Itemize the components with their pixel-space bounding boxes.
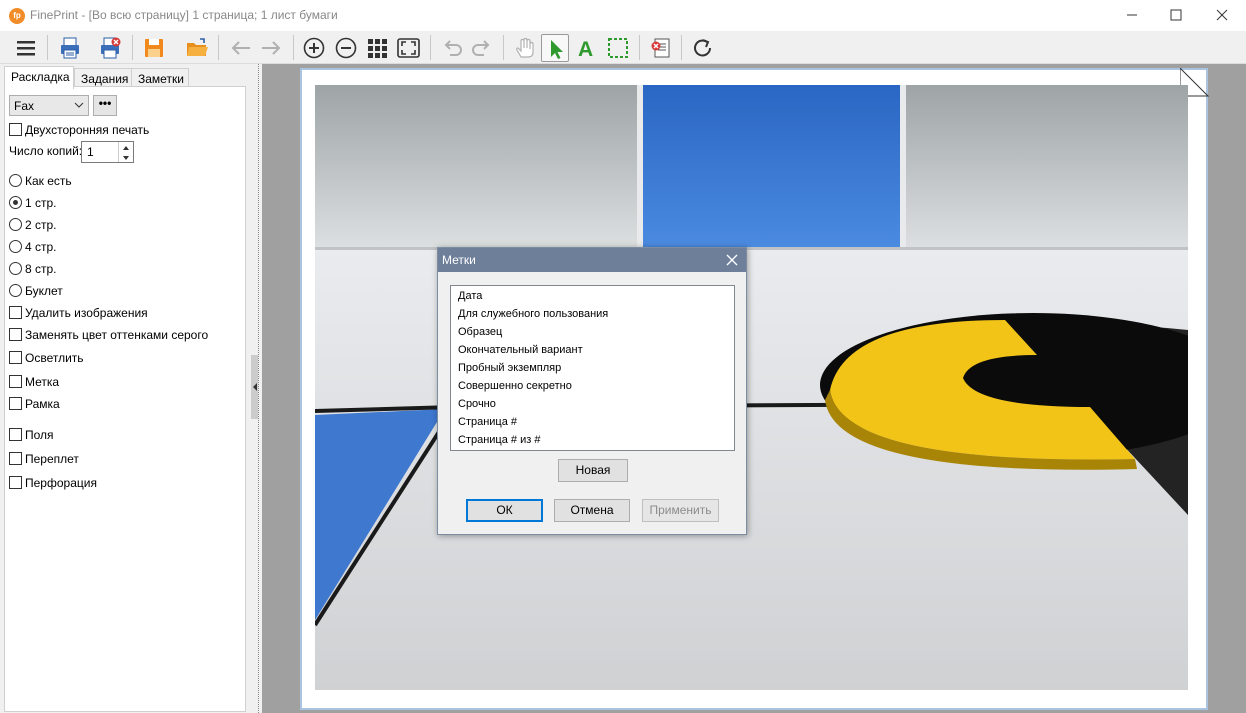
print-icon[interactable]: [56, 34, 84, 62]
refresh-icon[interactable]: [689, 34, 717, 62]
stamps-dialog: Метки Дата Для служебного пользования Об…: [437, 247, 747, 535]
checkbox-label: Рамка: [25, 397, 60, 411]
redo-icon[interactable]: [468, 34, 496, 62]
dialog-title: Метки: [442, 253, 476, 267]
copies-label: Число копий:: [9, 144, 83, 158]
tab-notes[interactable]: Заметки: [131, 68, 189, 88]
apply-button[interactable]: Применить: [642, 499, 719, 522]
radio-label: 8 стр.: [25, 262, 57, 276]
select-icon[interactable]: [604, 34, 632, 62]
zoom-in-icon[interactable]: [300, 34, 328, 62]
layout-tab-page: Fax ••• Двухсторонняя печать Число копий…: [4, 86, 246, 712]
checkbox-label: Перфорация: [25, 476, 97, 490]
print-delete-icon[interactable]: [96, 34, 124, 62]
zoom-out-icon[interactable]: [332, 34, 360, 62]
tab-layout[interactable]: Раскладка: [4, 66, 74, 89]
list-item[interactable]: Дата: [458, 290, 482, 302]
delete-page-icon[interactable]: [647, 34, 675, 62]
fit-page-icon[interactable]: [394, 34, 422, 62]
radio-label: Буклет: [25, 284, 63, 298]
svg-text:A: A: [578, 38, 593, 59]
checkbox-label: Поля: [25, 428, 54, 442]
checkbox-label: Удалить изображения: [25, 306, 148, 320]
checkbox-label: Метка: [25, 375, 60, 389]
more-options-button[interactable]: •••: [93, 95, 117, 116]
maximize-button[interactable]: [1153, 0, 1199, 31]
tab-jobs[interactable]: Задания: [74, 68, 132, 88]
hand-icon[interactable]: [511, 34, 539, 62]
cancel-button[interactable]: Отмена: [554, 499, 630, 522]
list-item[interactable]: Страница # из #: [458, 434, 540, 446]
pointer-icon[interactable]: [541, 34, 569, 62]
list-item[interactable]: Для служебного пользования: [458, 308, 608, 320]
dialog-title-bar: Метки: [438, 248, 746, 272]
list-item[interactable]: Совершенно секретно: [458, 380, 572, 392]
title-bar: fp FinePrint - [Во всю страницу] 1 стран…: [0, 0, 1246, 31]
copies-value: 1: [87, 145, 94, 159]
chevron-left-icon: [253, 383, 257, 391]
left-panel: Раскладка Задания Заметки Fax ••• Двухст…: [0, 64, 248, 713]
list-item[interactable]: Пробный экземпляр: [458, 362, 561, 374]
close-icon[interactable]: [724, 252, 740, 268]
window-title: FinePrint - [Во всю страницу] 1 страница…: [30, 8, 338, 22]
minimize-button[interactable]: [1109, 0, 1155, 31]
menu-icon[interactable]: [12, 34, 40, 62]
back-icon[interactable]: [226, 34, 254, 62]
list-item[interactable]: Страница #: [458, 416, 517, 428]
duplex-label: Двухсторонняя печать: [25, 123, 150, 137]
checkbox-label: Заменять цвет оттенками серого: [25, 328, 209, 342]
radio-label: 2 стр.: [25, 218, 57, 232]
list-item[interactable]: Срочно: [458, 398, 496, 410]
panel-splitter[interactable]: [248, 64, 262, 713]
open-folder-icon[interactable]: [182, 34, 210, 62]
ok-button[interactable]: ОК: [466, 499, 543, 522]
checkbox-label: Переплет: [25, 452, 79, 466]
app-logo: fp: [9, 8, 25, 24]
close-button[interactable]: [1199, 0, 1245, 31]
new-stamp-button[interactable]: Новая: [558, 459, 628, 482]
list-item[interactable]: Окончательный вариант: [458, 344, 583, 356]
forward-icon[interactable]: [257, 34, 285, 62]
copies-stepper[interactable]: 1: [81, 141, 134, 163]
form-select-value: Fax: [14, 99, 35, 113]
undo-icon[interactable]: [438, 34, 466, 62]
radio-label: 1 стр.: [25, 196, 57, 210]
checkbox-label: Осветлить: [25, 351, 84, 365]
save-icon[interactable]: [140, 34, 168, 62]
radio-label: Как есть: [25, 174, 72, 188]
stepper-up-icon[interactable]: [118, 142, 133, 152]
list-item[interactable]: Образец: [458, 326, 502, 338]
stepper-down-icon[interactable]: [118, 152, 133, 162]
preview-area: [262, 64, 1246, 713]
chevron-down-icon: [74, 102, 84, 108]
stamps-list[interactable]: Дата Для служебного пользования Образец …: [450, 285, 735, 451]
grid-icon[interactable]: [363, 34, 391, 62]
form-select[interactable]: Fax: [9, 95, 89, 116]
collapse-grip[interactable]: [251, 355, 258, 419]
toolbar: A: [0, 31, 1246, 64]
text-icon[interactable]: A: [573, 34, 601, 62]
radio-label: 4 стр.: [25, 240, 57, 254]
